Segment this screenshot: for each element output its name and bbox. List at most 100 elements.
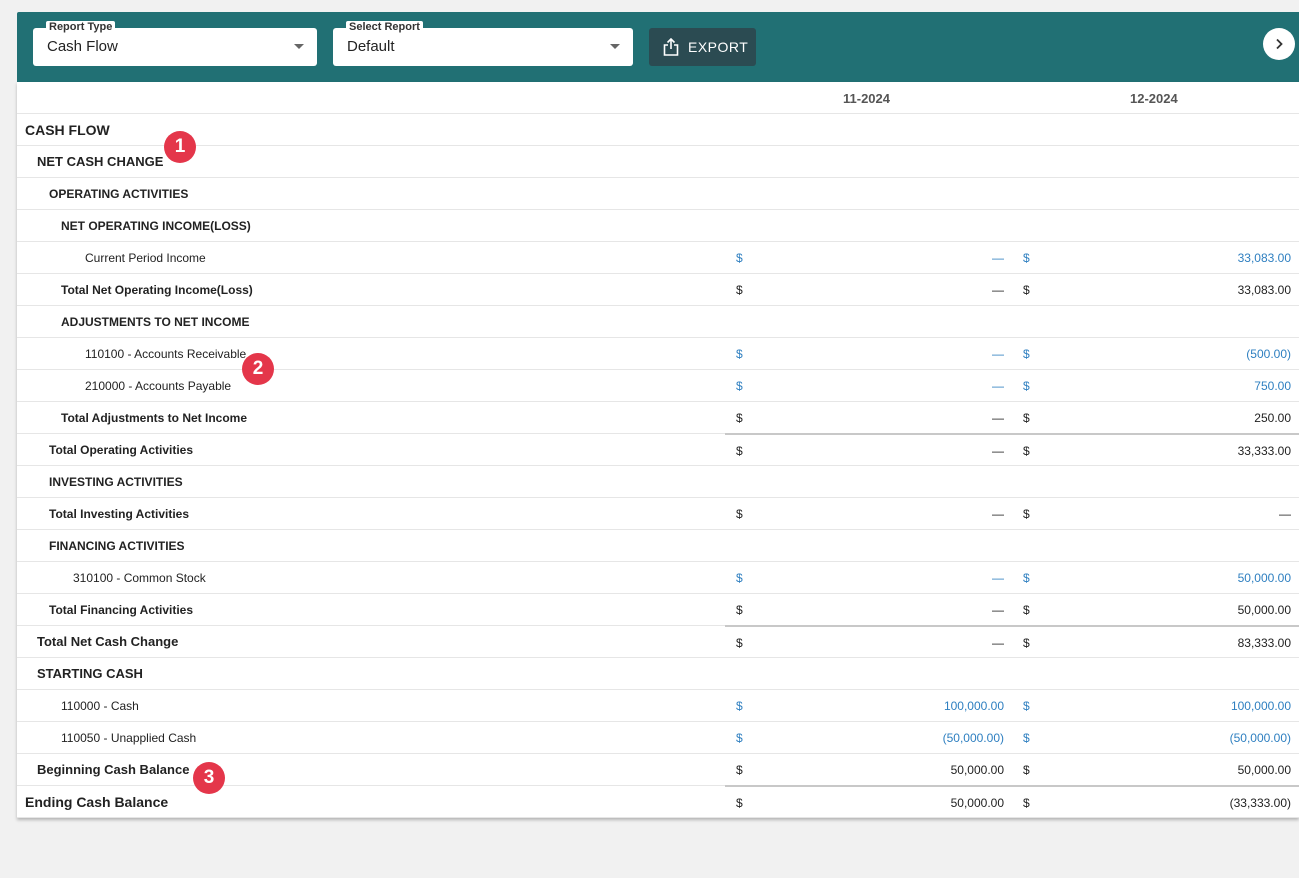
row-label: CASH FLOW <box>25 122 110 138</box>
annotation-badge-3: 3 <box>193 762 225 794</box>
currency-symbol: $ <box>1023 444 1030 458</box>
amount-value: — <box>992 411 1004 425</box>
row-label: 110000 - Cash <box>61 699 139 713</box>
currency-symbol: $ <box>736 636 743 650</box>
amount-value[interactable]: (50,000.00) <box>943 731 1004 745</box>
row-label: ADJUSTMENTS TO NET INCOME <box>61 315 250 329</box>
row-label: NET OPERATING INCOME(LOSS) <box>61 219 251 233</box>
table-row: Total Operating Activities $ — $33,333.00 <box>17 433 1299 466</box>
currency-symbol: $ <box>1023 636 1030 650</box>
currency-symbol: $ <box>1023 507 1030 521</box>
next-button[interactable] <box>1263 28 1295 60</box>
amount-value: 83,333.00 <box>1237 636 1291 650</box>
amount-value[interactable]: 33,083.00 <box>1238 251 1291 265</box>
amount-cell[interactable]: $ — <box>725 338 1012 369</box>
currency-symbol: $ <box>1023 379 1030 393</box>
amount-cell: $250.00 <box>1012 402 1299 433</box>
amount-cell: $50,000.00 <box>725 754 1012 785</box>
amount-value[interactable]: (50,000.00) <box>1230 731 1291 745</box>
currency-symbol: $ <box>736 699 743 713</box>
report-type-label: Report Type <box>46 21 116 33</box>
row-label: FINANCING ACTIVITIES <box>49 539 185 553</box>
row-label: NET CASH CHANGE <box>37 154 164 169</box>
amount-cell: $ — <box>725 625 1012 656</box>
table-row[interactable]: 310100 - Common Stock $ — $50,000.00 <box>17 562 1299 594</box>
amount-value: 50,000.00 <box>1237 763 1291 777</box>
amount-value[interactable]: — <box>992 251 1004 265</box>
table-row: Total Adjustments to Net Income $ — $250.00 <box>17 402 1299 434</box>
table-row[interactable]: 110050 - Unapplied Cash $ (50,000.00) $ (50,… <box>17 722 1299 754</box>
amount-value: 250.00 <box>1254 411 1291 425</box>
currency-symbol: $ <box>736 796 743 810</box>
currency-symbol: $ <box>736 444 743 458</box>
amount-cell: $ — <box>725 433 1012 464</box>
amount-cell[interactable]: $ (50,000.00) <box>725 722 1012 753</box>
table-row: Total Financing Activities $ — $50,000.00 <box>17 594 1299 626</box>
amount-value[interactable]: 100,000.00 <box>1231 699 1291 713</box>
amount-cell: $33,083.00 <box>1012 274 1299 305</box>
amount-cell[interactable]: $ — <box>725 370 1012 401</box>
amount-cell: $ — <box>725 594 1012 625</box>
amount-cell[interactable]: $ — <box>725 562 1012 593</box>
amount-value[interactable]: 50,000.00 <box>1238 571 1291 585</box>
report-toolbar: Report Type Cash Flow Select Report Defa… <box>17 12 1299 82</box>
chevron-down-icon <box>294 44 304 49</box>
annotation-badge-2: 2 <box>242 353 274 385</box>
amount-value[interactable]: — <box>992 379 1004 393</box>
row-label: 210000 - Accounts Payable <box>85 379 232 393</box>
amount-cell: $ — <box>1012 498 1299 529</box>
amount-cell: $ (33,333.00) <box>1012 785 1299 816</box>
currency-symbol: $ <box>1023 699 1030 713</box>
row-label: Total Net Operating Income(Loss) <box>61 283 253 297</box>
amount-cell: $50,000.00 <box>1012 594 1299 625</box>
share-export-icon <box>663 38 679 56</box>
amount-cell[interactable]: $750.00 <box>1012 370 1299 401</box>
table-row: FINANCING ACTIVITIES <box>17 530 1299 562</box>
currency-symbol: $ <box>1023 731 1030 745</box>
amount-value[interactable]: (500.00) <box>1246 347 1291 361</box>
select-report-select[interactable]: Select Report Default <box>333 21 633 66</box>
amount-cell: $ — <box>725 498 1012 529</box>
currency-symbol: $ <box>736 507 743 521</box>
row-label: Beginning Cash Balance <box>37 762 190 777</box>
amount-cell[interactable]: $100,000.00 <box>1012 690 1299 721</box>
amount-value: 50,000.00 <box>950 796 1004 810</box>
amount-cell[interactable]: $ (50,000.00) <box>1012 722 1299 753</box>
table-row: STARTING CASH <box>17 658 1299 690</box>
currency-symbol: $ <box>736 603 743 617</box>
export-button[interactable]: EXPORT <box>649 28 756 66</box>
amount-cell[interactable]: $50,000.00 <box>1012 562 1299 593</box>
table-row[interactable]: Current Period Income $ — $33,083.00 <box>17 242 1299 274</box>
amount-value: 33,083.00 <box>1237 283 1291 297</box>
table-row: NET OPERATING INCOME(LOSS) <box>17 210 1299 242</box>
amount-cell[interactable]: $ (500.00) <box>1012 338 1299 369</box>
cash-flow-report-table: 11-2024 12-2024 CASH FLOW NET CASH CHANGE… <box>17 82 1299 818</box>
currency-symbol: $ <box>736 283 743 297</box>
table-row[interactable]: 110000 - Cash $100,000.00 $100,000.00 <box>17 690 1299 722</box>
currency-symbol: $ <box>736 731 743 745</box>
currency-symbol: $ <box>1023 796 1030 810</box>
table-header: 11-2024 12-2024 <box>17 82 1299 114</box>
amount-cell: $ — <box>725 274 1012 305</box>
amount-cell: $50,000.00 <box>725 785 1012 816</box>
amount-value[interactable]: — <box>992 347 1004 361</box>
amount-value: 50,000.00 <box>1237 603 1291 617</box>
amount-cell[interactable]: $33,083.00 <box>1012 242 1299 273</box>
row-label: Total Operating Activities <box>49 443 194 457</box>
report-type-select[interactable]: Report Type Cash Flow <box>33 21 317 66</box>
amount-cell[interactable]: $ — <box>725 242 1012 273</box>
table-row: ADJUSTMENTS TO NET INCOME <box>17 306 1299 338</box>
table-row: Total Net Cash Change $ — $83,333.00 <box>17 625 1299 658</box>
row-label: INVESTING ACTIVITIES <box>49 475 183 489</box>
currency-symbol: $ <box>736 763 743 777</box>
table-row: NET CASH CHANGE <box>17 146 1299 178</box>
amount-cell[interactable]: $100,000.00 <box>725 690 1012 721</box>
currency-symbol: $ <box>1023 251 1030 265</box>
currency-symbol: $ <box>1023 603 1030 617</box>
amount-cell: $ — <box>725 402 1012 433</box>
table-row[interactable]: 110100 - Accounts Receivable $ — $ (500.00) <box>17 338 1299 370</box>
table-row[interactable]: 210000 - Accounts Payable $ — $750.00 <box>17 370 1299 402</box>
amount-value[interactable]: 100,000.00 <box>944 699 1004 713</box>
amount-value[interactable]: — <box>992 571 1004 585</box>
amount-value[interactable]: 750.00 <box>1254 379 1291 393</box>
